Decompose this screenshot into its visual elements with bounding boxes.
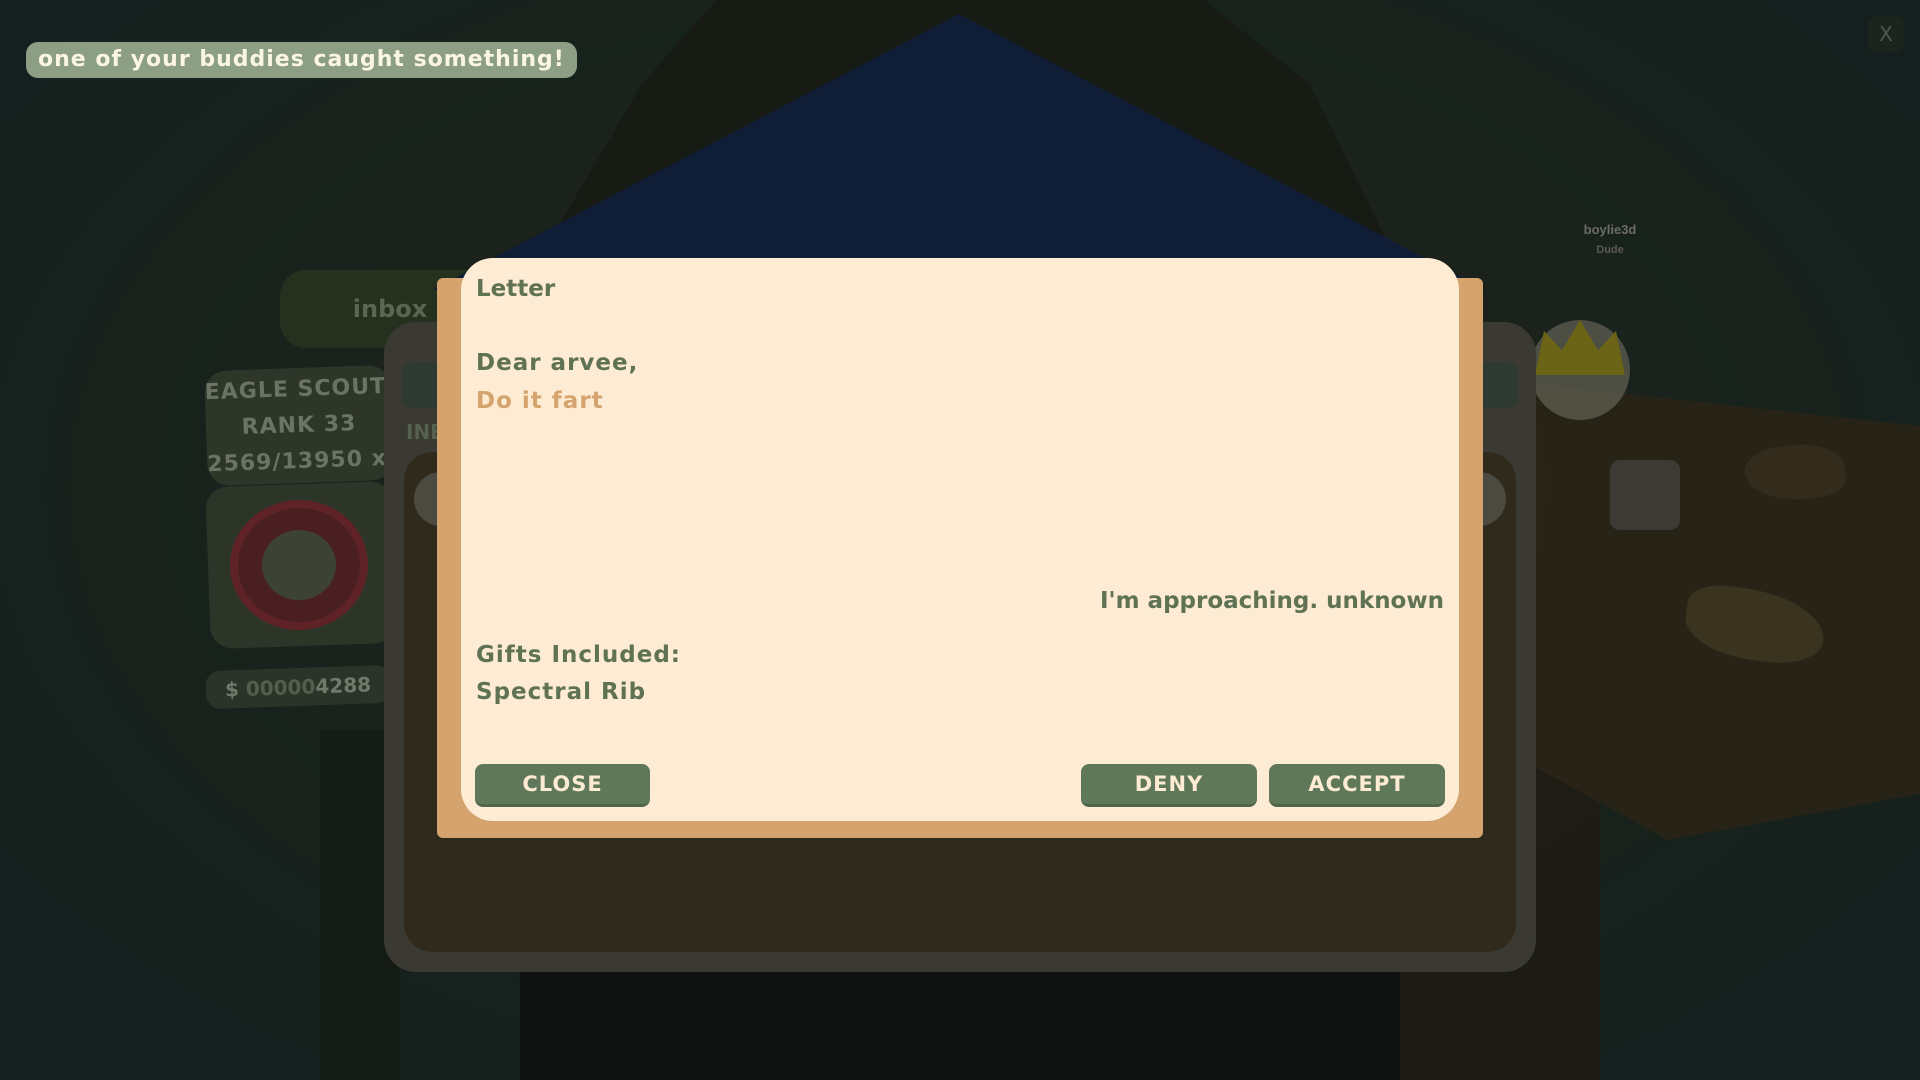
close-button[interactable]: CLOSE bbox=[475, 764, 650, 807]
deny-button[interactable]: DENY bbox=[1081, 764, 1257, 807]
letter-greeting: Dear arvee, bbox=[476, 350, 639, 376]
gifts-label: Gifts Included: bbox=[476, 642, 682, 668]
player-name: boylie3d bbox=[1583, 222, 1637, 237]
accept-button[interactable]: ACCEPT bbox=[1269, 764, 1445, 807]
letter-signature: I'm approaching. unknown bbox=[1099, 588, 1444, 614]
player-nametag: boylie3d Dude bbox=[1560, 220, 1660, 260]
letter-title: Letter bbox=[476, 276, 556, 302]
letter-body: Do it fart bbox=[476, 388, 604, 414]
letter-dialog: Letter Dear arvee, Do it fart I'm approa… bbox=[461, 258, 1459, 821]
money-symbol: $ bbox=[224, 677, 240, 702]
money-value: 4288 bbox=[314, 672, 372, 699]
gift-item: Spectral Rib bbox=[476, 679, 647, 705]
player-title: Dude bbox=[1596, 244, 1624, 256]
xp-progress: 2569/13950 xp bbox=[206, 445, 405, 478]
rank-card: EAGLE SCOUT IV RANK 33 2569/13950 xp bbox=[204, 364, 423, 487]
badge-card bbox=[205, 480, 397, 650]
money-padding: 00000 bbox=[245, 674, 316, 701]
rank-title: EAGLE SCOUT IV bbox=[204, 372, 423, 406]
window-close-button[interactable]: X bbox=[1868, 16, 1904, 52]
background-bucket bbox=[1610, 460, 1680, 530]
badge-emblem bbox=[260, 528, 338, 602]
inbox-tab-label: inbox bbox=[352, 295, 428, 323]
money-display: $ 000004288 bbox=[205, 664, 391, 710]
catch-notification: one of your buddies caught something! bbox=[26, 42, 577, 78]
player-hat bbox=[1535, 320, 1625, 375]
scout-badge-icon bbox=[227, 497, 371, 633]
